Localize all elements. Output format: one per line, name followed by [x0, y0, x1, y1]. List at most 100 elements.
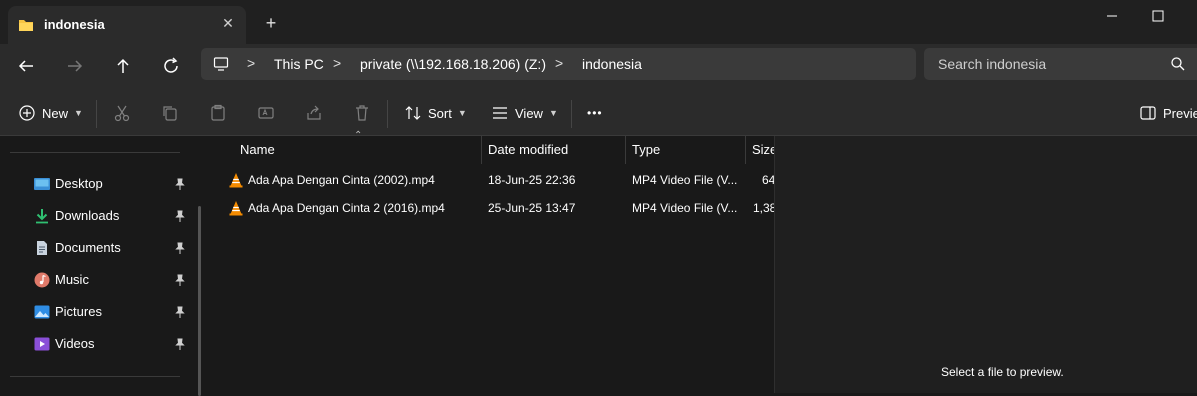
table-row[interactable]: Ada Apa Dengan Cinta (2002).mp4 18-Jun-2…: [208, 166, 774, 194]
command-bar: New ▼ Sort ▼ View ▼ ••• Previe: [0, 88, 1197, 136]
back-arrow-icon[interactable]: [14, 54, 38, 78]
column-header-label: Name: [240, 142, 275, 157]
file-type: MP4 Video File (V...: [632, 201, 738, 215]
preview-label: Preview: [1163, 105, 1197, 121]
computer-icon: [213, 57, 229, 71]
plus-circle-icon: [19, 105, 35, 121]
preview-pane-icon: [1140, 106, 1156, 120]
view-label: View: [515, 105, 543, 121]
up-arrow-icon[interactable]: [111, 54, 135, 78]
file-name: Ada Apa Dengan Cinta 2 (2016).mp4: [248, 201, 445, 215]
sidebar-scrollbar[interactable]: [198, 206, 201, 396]
sort-caret-icon: ⌃: [354, 130, 363, 141]
pin-icon[interactable]: [173, 241, 187, 255]
sidebar-item-videos[interactable]: Videos: [0, 330, 196, 358]
search-input[interactable]: Search indonesia: [924, 48, 1197, 80]
maximize-icon[interactable]: [1150, 8, 1166, 24]
copy-icon[interactable]: [161, 104, 179, 122]
column-header-label: Date modified: [488, 142, 569, 157]
desktop-icon: [34, 178, 50, 190]
pin-icon[interactable]: [173, 177, 187, 191]
breadcrumb-separator: >: [247, 55, 256, 71]
sort-label: Sort: [428, 105, 452, 121]
new-button[interactable]: New ▼: [18, 104, 83, 122]
breadcrumb[interactable]: > This PC > private (\\192.168.18.206) (…: [201, 48, 916, 80]
delete-icon[interactable]: [353, 104, 371, 122]
title-bar: indonesia ✕ +: [0, 0, 1197, 44]
rename-icon[interactable]: [257, 104, 275, 122]
sidebar-item-label: Pictures: [55, 304, 102, 319]
view-list-icon: [493, 107, 507, 119]
folder-icon: [19, 20, 33, 31]
file-type: MP4 Video File (V...: [632, 173, 738, 187]
file-date: 25-Jun-25 13:47: [488, 201, 576, 215]
file-name: Ada Apa Dengan Cinta (2002).mp4: [248, 173, 435, 187]
sidebar-item-downloads[interactable]: Downloads: [0, 202, 196, 230]
breadcrumb-this-pc[interactable]: This PC: [274, 56, 324, 72]
preview-message: Select a file to preview.: [941, 365, 1064, 379]
breadcrumb-separator: >: [333, 55, 342, 71]
toolbar-divider: [387, 100, 388, 128]
column-header-label: Size: [752, 142, 774, 157]
vlc-file-icon: [229, 173, 243, 188]
sidebar-item-label: Documents: [55, 240, 121, 255]
more-options-button[interactable]: •••: [587, 104, 603, 122]
sidebar-item-desktop[interactable]: Desktop: [0, 170, 196, 198]
toolbar-divider: [571, 100, 572, 128]
preview-pane: Select a file to preview.: [774, 136, 1197, 393]
sidebar-item-pictures[interactable]: Pictures: [0, 298, 196, 326]
sort-button[interactable]: Sort ▼: [404, 104, 467, 122]
tab-indonesia[interactable]: indonesia ✕: [8, 6, 246, 44]
chevron-down-icon: ▼: [74, 108, 83, 118]
column-header-size[interactable]: Size: [746, 136, 774, 164]
vlc-file-icon: [229, 201, 243, 216]
new-label: New: [42, 105, 69, 121]
column-header-label: Type: [632, 142, 661, 157]
share-icon[interactable]: [305, 104, 323, 122]
pictures-icon: [34, 305, 50, 319]
search-icon[interactable]: [1170, 56, 1186, 72]
file-size: 1,38: [753, 201, 774, 215]
sidebar-item-documents[interactable]: Documents: [0, 234, 196, 262]
chevron-down-icon: ▼: [457, 108, 467, 118]
sidebar-item-label: Music: [55, 272, 89, 287]
sidebar-item-label: Desktop: [55, 176, 103, 191]
paste-icon[interactable]: [209, 104, 227, 122]
close-tab-icon[interactable]: ✕: [220, 15, 236, 31]
pin-icon[interactable]: [173, 337, 187, 351]
sidebar-divider: [10, 152, 180, 153]
refresh-icon[interactable]: [159, 54, 183, 78]
table-row[interactable]: Ada Apa Dengan Cinta 2 (2016).mp4 25-Jun…: [208, 194, 774, 222]
documents-icon: [37, 241, 47, 255]
breadcrumb-private-drive[interactable]: private (\\192.168.18.206) (Z:): [360, 56, 546, 72]
breadcrumb-separator: >: [555, 55, 564, 71]
cut-icon[interactable]: [113, 104, 131, 122]
view-button[interactable]: View ▼: [491, 104, 558, 122]
minimize-icon[interactable]: [1104, 8, 1120, 24]
music-icon: [34, 272, 50, 288]
downloads-icon: [36, 209, 48, 224]
search-placeholder: Search indonesia: [938, 56, 1047, 72]
videos-icon: [34, 337, 50, 351]
column-header-date[interactable]: Date modified: [482, 136, 625, 164]
preview-pane-button[interactable]: Preview: [1139, 104, 1197, 122]
pin-icon[interactable]: [173, 209, 187, 223]
sidebar-divider: [10, 376, 180, 377]
forward-arrow-icon[interactable]: [63, 54, 87, 78]
breadcrumb-indonesia[interactable]: indonesia: [582, 56, 642, 72]
column-header-type[interactable]: Type: [626, 136, 745, 164]
sort-icon: [405, 106, 421, 120]
toolbar-divider: [96, 100, 97, 128]
sidebar-item-music[interactable]: Music: [0, 266, 196, 294]
new-tab-button[interactable]: +: [262, 14, 280, 32]
file-date: 18-Jun-25 22:36: [488, 173, 576, 187]
sidebar-item-label: Downloads: [55, 208, 120, 223]
pin-icon[interactable]: [173, 273, 187, 287]
pin-icon[interactable]: [173, 305, 187, 319]
column-header-name[interactable]: ⌃ Name: [208, 130, 480, 164]
tab-title: indonesia: [44, 17, 105, 32]
file-list: ⌃ Name Date modified Type Size Ada Apa D…: [208, 130, 774, 393]
chevron-down-icon: ▼: [548, 108, 558, 118]
file-size: 64: [762, 173, 774, 187]
sidebar-item-label: Videos: [55, 336, 95, 351]
